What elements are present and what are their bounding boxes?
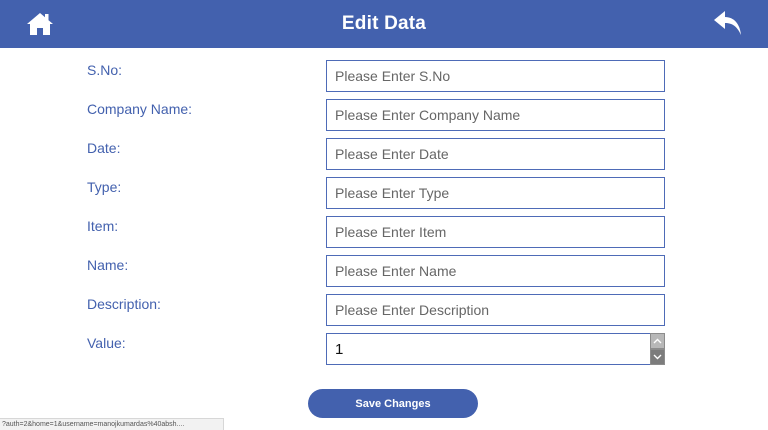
company-name-input[interactable] [326,99,665,131]
back-button[interactable] [713,9,743,37]
type-input[interactable] [326,177,665,209]
home-button[interactable] [26,11,54,37]
chevron-up-icon [653,338,662,344]
date-label: Date: [87,140,121,156]
form-row-company-name: Company Name: [0,99,768,131]
name-label: Name: [87,257,129,273]
company-name-label: Company Name: [87,101,193,117]
form-row-description: Description: [0,294,768,326]
form-row-value: Value: [0,333,768,365]
sno-input[interactable] [326,60,665,92]
form-row-name: Name: [0,255,768,287]
description-label: Description: [87,296,161,312]
date-input[interactable] [326,138,665,170]
value-input[interactable] [326,333,651,365]
status-bar-url: ?auth=2&home=1&username=manojkumardas%40… [0,418,224,430]
form-row-item: Item: [0,216,768,248]
description-input[interactable] [326,294,665,326]
home-icon [27,13,53,35]
value-stepper [650,333,665,365]
item-label: Item: [87,218,119,234]
increment-button[interactable] [650,333,665,349]
sno-label: S.No: [87,62,123,78]
name-input[interactable] [326,255,665,287]
app-header: Edit Data [0,0,768,48]
form-row-date: Date: [0,138,768,170]
reply-arrow-icon [714,11,741,35]
decrement-button[interactable] [650,349,665,365]
page-title: Edit Data [341,13,427,34]
form-row-sno: S.No: [0,60,768,92]
type-label: Type: [87,179,122,195]
value-label: Value: [87,335,126,351]
chevron-down-icon [653,354,662,360]
save-changes-button[interactable]: Save Changes [308,389,478,418]
form-row-type: Type: [0,177,768,209]
item-input[interactable] [326,216,665,248]
